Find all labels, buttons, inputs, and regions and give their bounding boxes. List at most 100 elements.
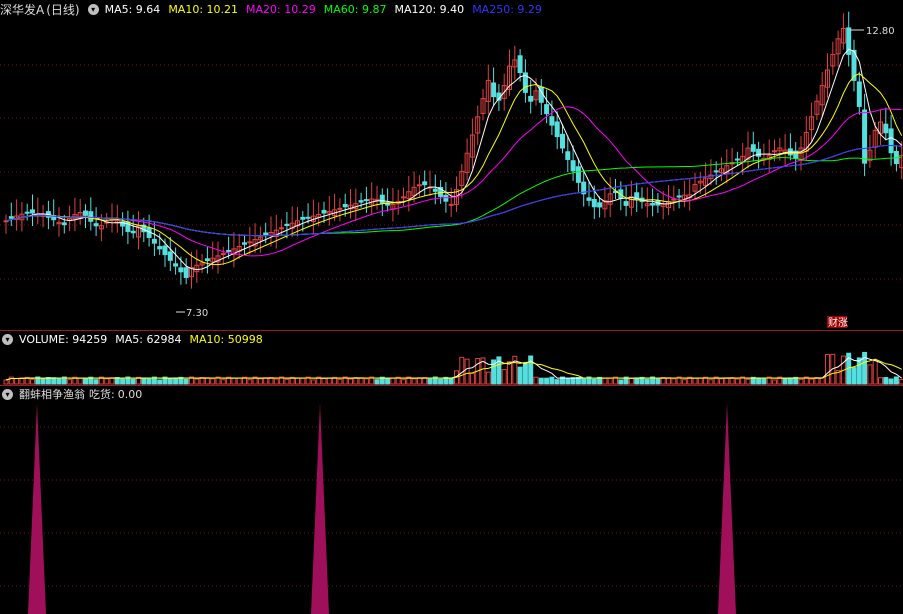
volume-bar: [607, 377, 613, 385]
volume-bar: [3, 379, 9, 385]
volume-bar: [708, 379, 714, 385]
volume-bar: [194, 378, 200, 385]
volume-bar: [628, 377, 634, 385]
volume-bar: [692, 377, 698, 385]
signal-chart[interactable]: [0, 385, 903, 614]
price-chart-pane[interactable]: 12.80 7.30 财涨 深华发A (日线) ▾ MA5: 9.64 MA10: 1…: [0, 0, 903, 330]
volume-bar: [469, 372, 475, 385]
volume-bar: [517, 366, 523, 385]
candle-body: [363, 199, 369, 202]
volume-bar: [273, 378, 279, 385]
volume-bar: [671, 378, 677, 385]
signal-colon: :: [111, 387, 115, 401]
dropdown-circle-icon[interactable]: ▾: [2, 333, 13, 345]
volume-bar: [109, 377, 115, 385]
volume-bar: [247, 379, 253, 385]
volume-bar: [416, 377, 422, 385]
volume-bar: [321, 377, 327, 385]
volume-bar: [257, 378, 263, 385]
volume-bar: [761, 377, 767, 385]
candle-body: [713, 170, 719, 173]
volume-bar: [459, 356, 465, 385]
period-label: (日线): [46, 2, 80, 17]
candle-body: [772, 150, 777, 153]
candle-body: [305, 216, 311, 219]
volume-bar: [888, 378, 894, 385]
candle-body: [549, 116, 555, 126]
candle-body: [443, 194, 449, 202]
volume-bar: [348, 378, 353, 385]
candle-body: [178, 267, 184, 273]
volume-bar: [146, 377, 152, 385]
price-indicators: MA5: 9.64 MA10: 10.21 MA20: 10.29 MA60: 9.8…: [105, 3, 550, 16]
dropdown-circle-icon[interactable]: ▾: [87, 3, 99, 15]
volume-bar: [337, 378, 343, 385]
volume-bar: [549, 376, 555, 385]
volume-bar: [310, 379, 316, 385]
candle-body: [83, 210, 88, 216]
low-price-label: 7.30: [186, 308, 208, 319]
volume-bar: [157, 379, 163, 385]
volume-bar: [120, 378, 126, 385]
volume-bar: [528, 355, 534, 385]
volume-bar: [782, 377, 788, 385]
volume-chart-pane[interactable]: ▾ VOLUME: 94259 MA5: 62984 MA10: 50998: [0, 330, 903, 385]
indicator-ma120: MA120: 9.40: [394, 2, 465, 16]
volume-bar: [697, 377, 703, 385]
candle-body: [300, 216, 306, 220]
candle-body: [173, 263, 179, 267]
volume-bar: [56, 378, 62, 385]
volume-indicators: VOLUME: 94259 MA5: 62984 MA10: 50998: [19, 333, 271, 346]
volume-bar: [851, 367, 857, 385]
signal-title: 翻蚌相争渔翁: [19, 388, 85, 401]
volume-bar: [67, 379, 73, 385]
volume-bar: [83, 377, 88, 385]
volume-bar: [93, 379, 99, 385]
indicator-ma60: MA60: 9.87: [323, 2, 387, 16]
candle-body: [220, 253, 226, 256]
volume-bar: [883, 377, 889, 385]
volume-bar: [363, 378, 369, 385]
candle-body: [61, 222, 67, 226]
volume-indicator-volume: VOLUME: 94259: [19, 332, 108, 346]
candle-body: [756, 148, 762, 157]
signal-spike: [311, 403, 329, 614]
candles: [3, 11, 903, 289]
volume-bars: [3, 351, 903, 385]
volume-bar: [591, 378, 597, 385]
volume-bar: [809, 378, 815, 385]
volume-bar: [284, 378, 290, 385]
volume-bar: [501, 369, 507, 385]
candle-body: [279, 227, 285, 230]
signal-chart-pane[interactable]: ▾ 翻蚌相争渔翁 吃货 : 0.00: [0, 385, 903, 614]
candle-body: [342, 204, 348, 208]
volume-bar: [544, 377, 550, 385]
indicator-ma250: MA250: 9.29: [472, 2, 542, 16]
signal-header: ▾ 翻蚌相争渔翁 吃货 : 0.00: [0, 385, 148, 403]
volume-bar: [666, 377, 671, 385]
volume-bar: [819, 377, 825, 385]
volume-bar: [385, 377, 391, 385]
stock-name: 深华发A: [0, 2, 45, 17]
candle-body: [130, 230, 136, 234]
volume-bar: [867, 364, 873, 385]
volume-bar: [634, 377, 640, 385]
dropdown-circle-icon[interactable]: ▾: [2, 388, 13, 400]
volume-bar: [554, 379, 560, 385]
volume-bar: [724, 377, 730, 385]
volume-bar: [893, 376, 899, 385]
candle-body: [30, 209, 35, 214]
candle-body: [93, 223, 99, 227]
volume-bar: [872, 359, 878, 385]
volume-header: ▾ VOLUME: 94259 MA5: 62984 MA10: 50998: [0, 330, 271, 348]
candle-body: [284, 223, 290, 226]
candle-body: [883, 123, 889, 134]
volume-bar: [295, 377, 300, 385]
candle-body: [491, 82, 497, 98]
volume-bar: [236, 377, 242, 385]
volume-bar: [507, 361, 512, 385]
volume-bar: [14, 377, 20, 385]
price-chart[interactable]: 12.80 7.30 财涨: [0, 0, 903, 330]
volume-bar: [798, 378, 804, 385]
candle-body: [862, 109, 868, 164]
